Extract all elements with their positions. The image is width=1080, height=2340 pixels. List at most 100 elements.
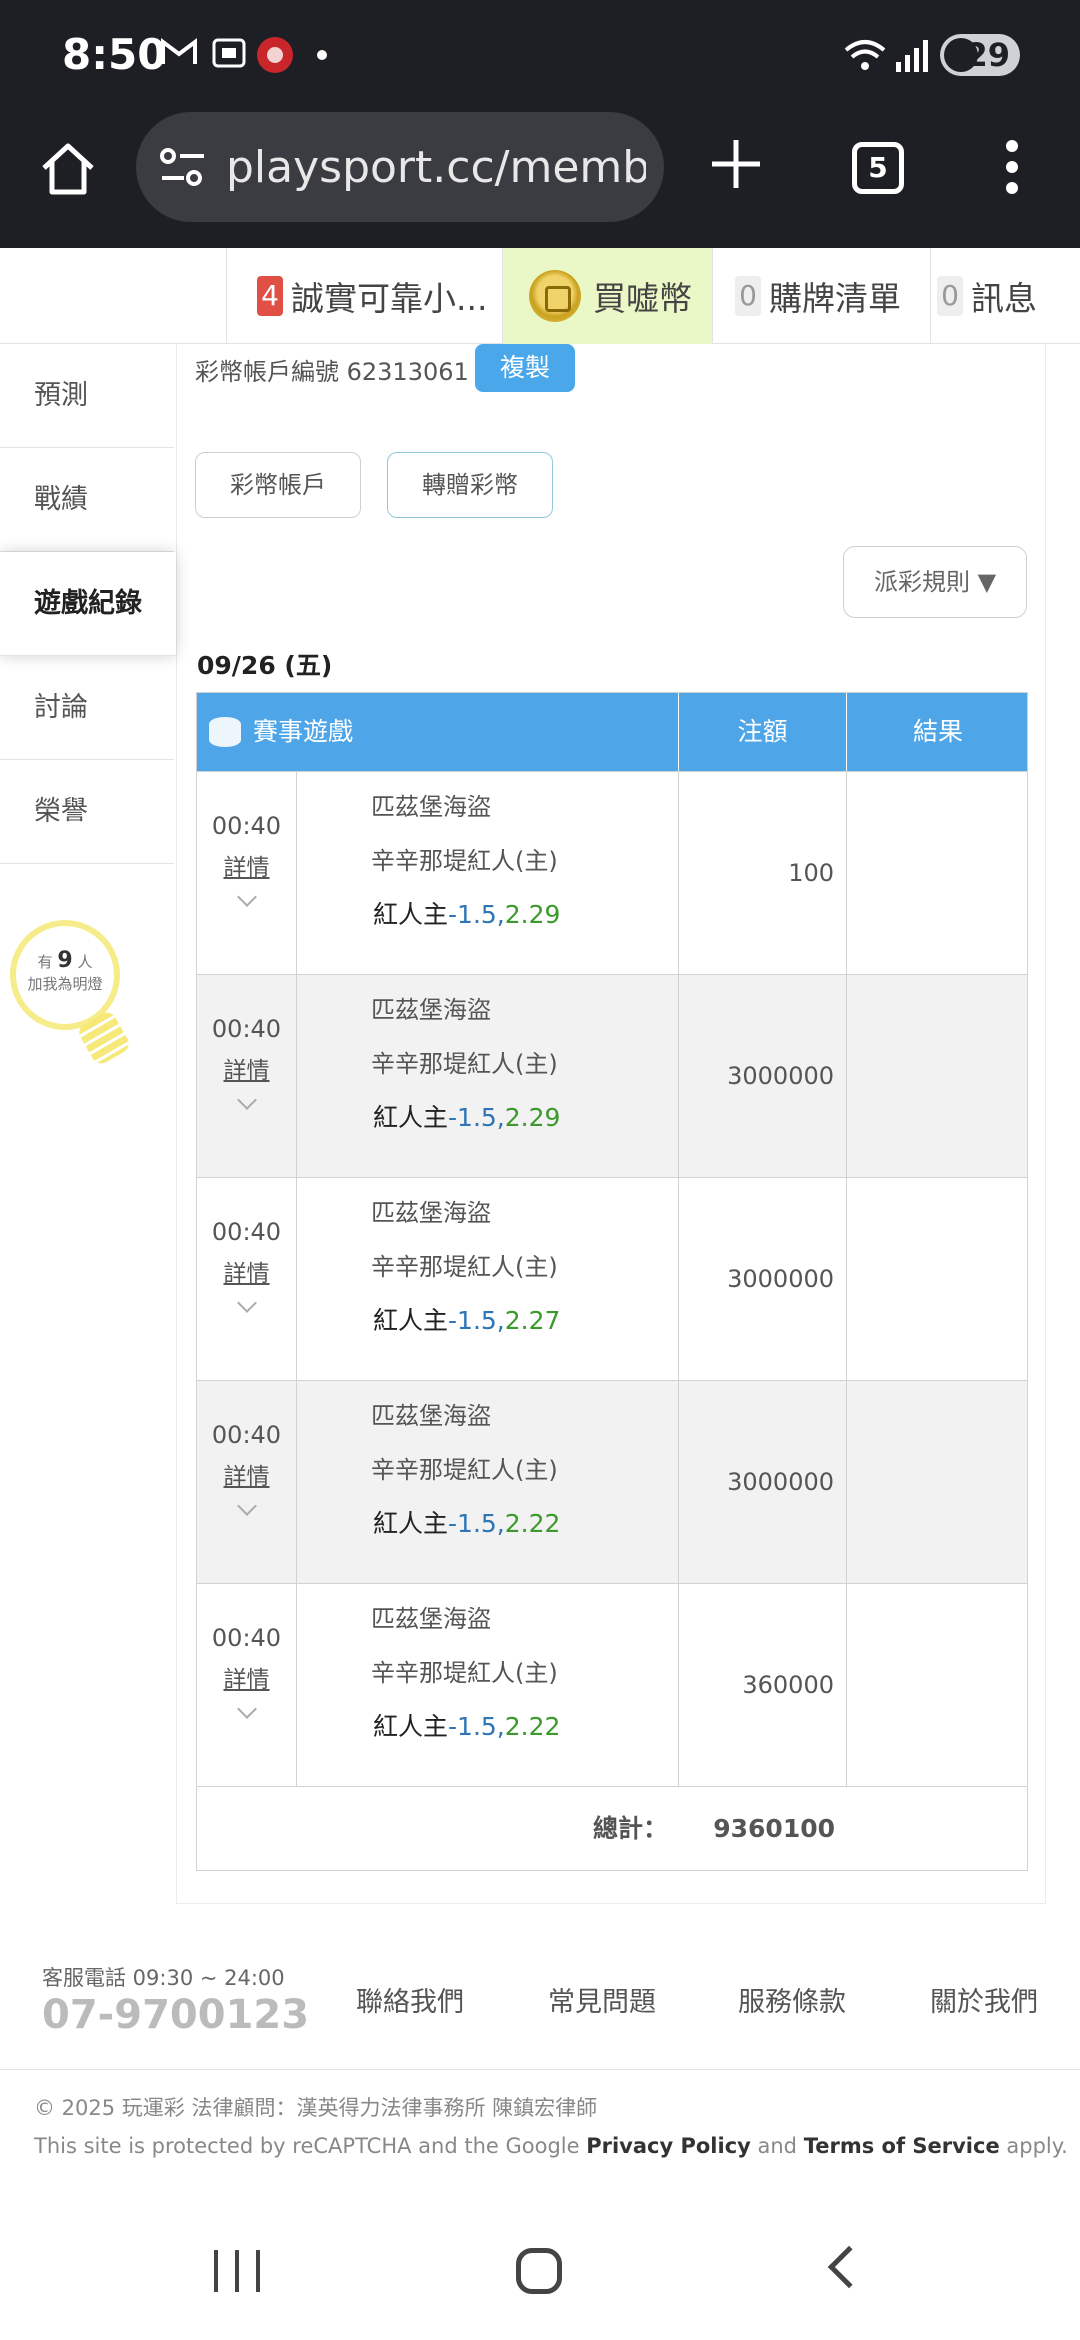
bet-result — [847, 1178, 1029, 1381]
game-time: 00:40 — [211, 812, 282, 840]
coin-account-button[interactable]: 彩幣帳戶 — [195, 452, 361, 518]
handicap: -1.5, — [448, 1712, 505, 1741]
bet-amount: 3000000 — [679, 975, 847, 1178]
away-team: 匹茲堡海盜 — [371, 793, 491, 821]
follower-count: 9 — [57, 948, 73, 973]
pick-label: 紅人主 — [373, 1306, 449, 1335]
row-game-cell: 匹茲堡海盜 辛辛那堤紅人(主) 紅人主-1.5,2.22 — [297, 1584, 679, 1787]
handicap: -1.5, — [448, 1103, 505, 1132]
handicap: -1.5, — [448, 1509, 505, 1538]
follow-lightbulb[interactable]: 有 9 人 加我為明燈 — [10, 920, 133, 1070]
chevron-down-icon[interactable] — [236, 887, 257, 907]
system-nav-bar — [0, 2200, 1080, 2340]
gmail-icon — [160, 36, 198, 74]
footer-link-faq[interactable]: 常見問題 — [548, 1980, 656, 2019]
sidebar-item-record[interactable]: 戰績 — [0, 448, 174, 552]
header-game: 賽事遊戲 — [197, 693, 679, 771]
footer-link-terms[interactable]: 服務條款 — [738, 1980, 846, 2019]
nav-messages[interactable]: 0 訊息 — [930, 248, 1080, 344]
footer-link-contact[interactable]: 聯絡我們 — [356, 1980, 464, 2019]
url-text[interactable]: playsport.cc/membe — [226, 142, 646, 193]
nav-user-profile[interactable]: 4 誠實可靠小... — [226, 248, 502, 344]
row-game-cell: 匹茲堡海盜 辛辛那堤紅人(主) 紅人主-1.5,2.27 — [297, 1178, 679, 1381]
home-team: 辛辛那堤紅人(主) — [371, 1050, 558, 1078]
bet-pick: 紅人主-1.5,2.27 — [371, 1294, 678, 1348]
bet-pick: 紅人主-1.5,2.22 — [371, 1700, 678, 1754]
site-settings-icon[interactable] — [158, 146, 208, 190]
chevron-down-icon[interactable] — [236, 1496, 257, 1516]
battery-saver-icon — [944, 38, 978, 72]
odds: 2.27 — [504, 1306, 561, 1335]
notification-badge: 4 — [257, 276, 283, 316]
browser-home-button[interactable] — [38, 138, 98, 198]
nav-purchase-list[interactable]: 0 購牌清單 — [712, 248, 930, 344]
privacy-policy-link[interactable]: Privacy Policy — [586, 2134, 751, 2158]
database-icon — [209, 717, 241, 747]
bulb-suffix: 人 — [77, 953, 93, 971]
service-phone[interactable]: 07-9700123 — [42, 1992, 309, 2038]
recaptcha-notice: This site is protected by reCAPTCHA and … — [34, 2134, 1068, 2158]
details-link[interactable]: 詳情 — [197, 1051, 296, 1085]
details-link[interactable]: 詳情 — [197, 848, 296, 882]
bet-pick: 紅人主-1.5,2.29 — [371, 888, 678, 942]
sidebar-item-game-history[interactable]: 遊戲紀錄 — [0, 552, 176, 656]
bet-history-table: 賽事遊戲 注額 結果 00:40 詳情 匹茲堡海盜 辛辛那堤紅人(主) 紅人主-… — [196, 692, 1028, 1871]
odds: 2.22 — [504, 1509, 561, 1538]
home-team: 辛辛那堤紅人(主) — [371, 1456, 558, 1484]
recaptcha-post: apply. — [999, 2134, 1068, 2158]
address-bar[interactable]: playsport.cc/membe — [136, 112, 664, 222]
main-content: 彩幣帳戶編號 62313061 複製 彩幣帳戶 轉贈彩幣 派彩規則 ▼ 09/2… — [176, 344, 1046, 1904]
chevron-down-icon[interactable] — [236, 1090, 257, 1110]
bet-pick: 紅人主-1.5,2.22 — [371, 1497, 678, 1551]
new-tab-button[interactable] — [708, 136, 764, 192]
date-heading: 09/26 (五) — [197, 651, 333, 680]
sidebar: 預測 戰績 遊戲紀錄 討論 榮譽 — [0, 344, 176, 884]
total-label: 總計： — [593, 1814, 669, 1843]
bet-result — [847, 1381, 1029, 1584]
away-team: 匹茲堡海盜 — [371, 1199, 491, 1227]
browser-chrome: 8:50 29 playsport.cc/membe 5 — [0, 0, 1080, 248]
row-game-cell: 匹茲堡海盜 辛辛那堤紅人(主) 紅人主-1.5,2.29 — [297, 975, 679, 1178]
sidebar-item-discussion[interactable]: 討論 — [0, 656, 174, 760]
away-team: 匹茲堡海盜 — [371, 996, 491, 1024]
chevron-down-icon[interactable] — [236, 1293, 257, 1313]
status-time: 8:50 — [62, 30, 167, 79]
handicap: -1.5, — [448, 1306, 505, 1335]
copy-button[interactable]: 複製 — [475, 344, 575, 392]
terms-of-service-link[interactable]: Terms of Service — [804, 2134, 1000, 2158]
back-button[interactable] — [827, 2245, 871, 2289]
chevron-down-icon[interactable] — [236, 1699, 257, 1719]
bulb-cta: 加我為明燈 — [27, 975, 103, 993]
odds: 2.22 — [504, 1712, 561, 1741]
table-row: 00:40 詳情 匹茲堡海盜 辛辛那堤紅人(主) 紅人主-1.5,2.27 30… — [197, 1177, 1029, 1381]
recaptcha-pre: This site is protected by reCAPTCHA and … — [34, 2134, 587, 2158]
row-time-cell: 00:40 詳情 — [197, 1178, 297, 1381]
sidebar-item-predictions[interactable]: 預測 — [0, 344, 174, 448]
details-link[interactable]: 詳情 — [197, 1660, 296, 1694]
home-team: 辛辛那堤紅人(主) — [371, 1659, 558, 1687]
game-time: 00:40 — [211, 1218, 282, 1246]
bet-amount: 3000000 — [679, 1178, 847, 1381]
footer-link-about[interactable]: 關於我們 — [930, 1980, 1038, 2019]
details-link[interactable]: 詳情 — [197, 1254, 296, 1288]
payout-rules-dropdown[interactable]: 派彩規則 ▼ — [843, 546, 1027, 618]
nav-user-label: 誠實可靠小... — [291, 279, 488, 318]
odds: 2.29 — [504, 900, 561, 929]
tab-switcher-button[interactable]: 5 — [852, 142, 904, 194]
coin-icon — [529, 270, 581, 322]
table-row: 00:40 詳情 匹茲堡海盜 辛辛那堤紅人(主) 紅人主-1.5,2.22 30… — [197, 1380, 1029, 1584]
nav-buy-coins[interactable]: 買嘘幣 — [502, 248, 712, 344]
home-button[interactable] — [516, 2248, 562, 2294]
gift-coin-button[interactable]: 轉贈彩幣 — [387, 452, 553, 518]
total-row: 總計： 9360100 — [197, 1786, 1027, 1870]
row-time-cell: 00:40 詳情 — [197, 1381, 297, 1584]
header-amount: 注額 — [679, 693, 847, 771]
count-badge: 0 — [735, 276, 761, 316]
row-time-cell: 00:40 詳情 — [197, 1584, 297, 1787]
pick-label: 紅人主 — [373, 1103, 449, 1132]
details-link[interactable]: 詳情 — [197, 1457, 296, 1491]
browser-menu-button[interactable] — [1000, 140, 1024, 200]
sidebar-item-honors[interactable]: 榮譽 — [0, 760, 174, 864]
total-value: 9360100 — [713, 1814, 835, 1843]
recent-apps-button[interactable] — [214, 2250, 260, 2292]
